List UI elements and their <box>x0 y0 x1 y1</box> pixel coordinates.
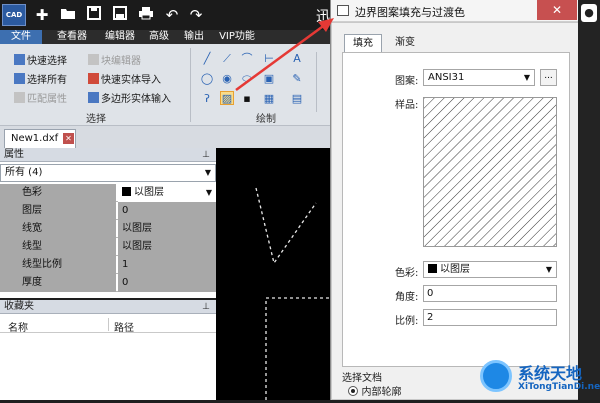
watermark-logo-icon <box>480 360 512 392</box>
annotation-arrow-icon <box>235 18 334 92</box>
watermark-title: 系统天地 <box>518 364 583 383</box>
watermark-url: XiTongTianDi.net <box>518 382 600 392</box>
watermark: 系统天地 XiTongTianDi.net <box>478 354 600 400</box>
